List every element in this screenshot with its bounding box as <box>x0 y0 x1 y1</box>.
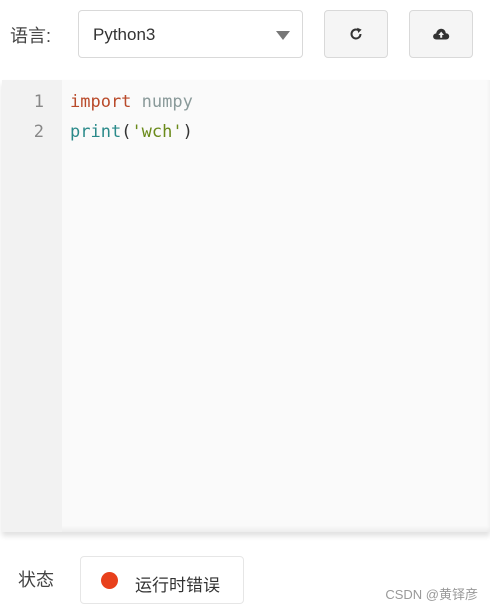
line-number-gutter: 12 <box>2 80 62 532</box>
cloud-upload-icon <box>433 28 450 40</box>
code-token: print <box>70 122 122 142</box>
refresh-icon <box>350 27 362 40</box>
caret-down-icon <box>276 31 290 40</box>
status-text: 运行时错误 <box>135 576 220 595</box>
language-select-value: Python3 <box>93 25 156 44</box>
watermark: CSDN @黄铎彦 <box>385 587 478 602</box>
code-token: ) <box>182 122 193 142</box>
code-line: import numpy <box>70 92 193 112</box>
line-number: 2 <box>33 122 44 142</box>
refresh-button[interactable] <box>324 10 388 58</box>
language-select[interactable]: Python3 <box>78 10 303 58</box>
code-line: print('wch') <box>70 122 193 142</box>
code-token: 'wch' <box>131 122 183 142</box>
upload-button[interactable] <box>409 10 473 58</box>
status-badge: 运行时错误 <box>80 556 244 604</box>
language-label: 语言: <box>10 26 52 46</box>
code-token: ( <box>121 122 132 142</box>
code-token: numpy <box>141 92 193 112</box>
toolbar: 语言: Python3 <box>0 0 490 80</box>
line-number: 1 <box>33 92 44 112</box>
status-dot-icon <box>101 572 118 589</box>
code-editor[interactable]: 12 import numpy print('wch') <box>2 80 490 532</box>
status-label: 状态 <box>18 570 54 590</box>
code-token: import <box>70 92 132 112</box>
